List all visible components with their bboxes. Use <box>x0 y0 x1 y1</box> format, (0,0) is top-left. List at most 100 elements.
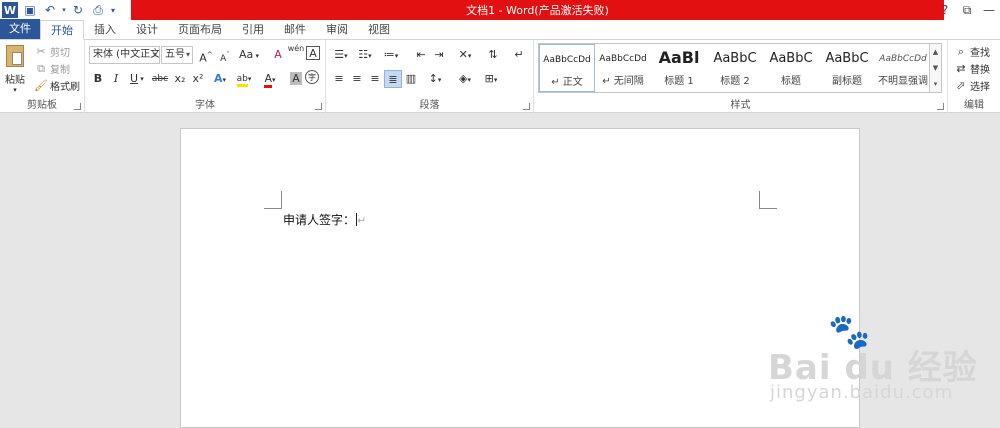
tab-design[interactable]: 设计 <box>126 20 168 39</box>
format-painter-label: 格式刷 <box>50 82 80 93</box>
paragraph-launcher-icon[interactable] <box>523 103 530 110</box>
text-effects-button[interactable]: A▾ <box>211 70 229 88</box>
font-name-combo[interactable]: 宋体 (中文正文) ▾ <box>89 46 160 64</box>
shading-button[interactable]: ◈▾ <box>454 70 476 88</box>
underline-dropdown-icon[interactable]: ▾ <box>138 70 146 88</box>
chinese-layout-icon: ✕ <box>458 48 468 61</box>
change-case-button[interactable]: Aa ▾ <box>237 46 261 64</box>
align-center-icon: ≡ <box>352 72 362 85</box>
superscript-button[interactable]: x² <box>189 70 207 88</box>
paste-dropdown-icon: ▾ <box>13 86 17 94</box>
style-normal[interactable]: AaBbCcDd ↵ 正文 <box>539 44 595 92</box>
align-left-button[interactable]: ≡ <box>330 70 348 88</box>
style-subtitle[interactable]: AaBbC 副标题 <box>819 44 875 92</box>
cut-button[interactable]: ✂ 剪切 <box>34 44 70 60</box>
ribbon-display-button[interactable]: ⧉ <box>956 3 978 18</box>
document-page[interactable] <box>180 128 860 428</box>
search-icon: ⌕ <box>957 44 965 58</box>
font-name-value: 宋体 (中文正文) <box>93 49 160 60</box>
align-center-button[interactable]: ≡ <box>348 70 366 88</box>
margin-corner-top-right <box>759 191 777 209</box>
style-subtle-emphasis[interactable]: AaBbCcDd 不明显强调 <box>875 44 931 92</box>
replace-button[interactable]: ⇄ 替换 <box>954 61 990 77</box>
styles-gallery-scroll[interactable]: ▲ ▼ ▾ <box>930 43 942 93</box>
tab-mailings[interactable]: 邮件 <box>274 20 316 39</box>
scroll-down-icon[interactable]: ▼ <box>933 64 938 72</box>
underline-icon: U <box>129 72 139 85</box>
window-controls: ? ⧉ — <box>934 0 1000 20</box>
sort-button[interactable]: ⇅ <box>484 46 502 64</box>
increase-indent-button[interactable]: ⇥ <box>430 46 448 64</box>
bullets-button[interactable]: ☰▾ <box>330 46 352 64</box>
customize-qat-icon[interactable]: ▾ <box>108 0 118 20</box>
font-group: 宋体 (中文正文) ▾ 五号 ▾ A^ Aˇ Aa ▾ A wén A B I U … <box>85 40 326 113</box>
clear-formatting-button[interactable]: A <box>269 46 287 64</box>
sort-icon: ⇅ <box>488 48 498 61</box>
show-marks-button[interactable]: ↵ <box>510 46 528 64</box>
help-button[interactable]: ? <box>934 3 956 17</box>
chevron-down-icon: ▾ <box>185 50 190 59</box>
document-text-line[interactable]: 申请人签字： ↵ <box>283 211 366 228</box>
align-right-button[interactable]: ≡ <box>366 70 384 88</box>
select-button[interactable]: ⬀ 选择 <box>954 78 990 94</box>
grow-font-button[interactable]: A^ <box>197 46 215 65</box>
enclose-char-button[interactable]: 字 <box>305 70 319 84</box>
paste-icon <box>6 45 24 67</box>
paragraph-group: ☰▾ ☷▾ ≔▾ ⇤ ⇥ ✕▾ ⇅ ↵ ≡ ≡ ≡ ≣ ▥ ↕▾ ◈▾ ⊞▾ 段… <box>326 40 534 113</box>
tab-view[interactable]: 视图 <box>358 20 400 39</box>
highlight-button[interactable]: ab▾ <box>233 70 255 88</box>
font-size-combo[interactable]: 五号 ▾ <box>161 46 193 64</box>
find-button[interactable]: ⌕ 查找 <box>954 44 990 60</box>
phonetic-guide-button[interactable]: wén <box>287 44 305 62</box>
font-color-button[interactable]: A▾ <box>259 70 281 88</box>
tab-references[interactable]: 引用 <box>232 20 274 39</box>
minimize-button[interactable]: — <box>978 3 1000 17</box>
distributed-button[interactable]: ▥ <box>402 70 420 88</box>
borders-button[interactable]: ⊞▾ <box>480 70 502 88</box>
numbering-button[interactable]: ☷▾ <box>354 46 376 64</box>
chinese-layout-button[interactable]: ✕▾ <box>454 46 476 64</box>
print-preview-icon[interactable]: ⎙ <box>88 0 108 20</box>
paragraph-mark-icon: ↵ <box>514 48 524 61</box>
style-heading-1[interactable]: AaBl 标题 1 <box>651 44 707 92</box>
style-sample: AaBbCcDd <box>879 54 927 64</box>
undo-icon[interactable]: ↶ <box>40 0 60 20</box>
strikethrough-button[interactable]: abc <box>149 70 171 88</box>
char-shading-button[interactable]: A <box>287 70 305 88</box>
font-launcher-icon[interactable] <box>315 103 322 110</box>
copy-label: 复制 <box>50 65 70 76</box>
styles-launcher-icon[interactable] <box>937 103 944 110</box>
bold-button[interactable]: B <box>89 70 107 88</box>
redo-icon[interactable]: ↻ <box>68 0 88 20</box>
line-spacing-icon: ↕ <box>428 72 438 85</box>
clipboard-launcher-icon[interactable] <box>74 103 81 110</box>
tab-page-layout[interactable]: 页面布局 <box>168 20 232 39</box>
tab-file[interactable]: 文件 <box>0 19 40 39</box>
tab-home[interactable]: 开始 <box>40 20 84 40</box>
more-styles-icon[interactable]: ▾ <box>934 80 938 88</box>
char-border-button[interactable]: A <box>306 46 320 60</box>
style-no-spacing[interactable]: AaBbCcDd ↵ 无间隔 <box>595 44 651 92</box>
editing-group: ⌕ 查找 ⇄ 替换 ⬀ 选择 编辑 <box>948 40 1000 113</box>
tab-insert[interactable]: 插入 <box>84 20 126 39</box>
subscript-button[interactable]: x₂ <box>171 70 189 88</box>
paste-button[interactable]: 粘贴 ▾ <box>2 43 28 94</box>
style-name: ↵ 无间隔 <box>602 76 644 87</box>
cut-label: 剪切 <box>50 48 70 59</box>
editing-group-label: 编辑 <box>964 100 984 111</box>
decrease-indent-button[interactable]: ⇤ <box>412 46 430 64</box>
scroll-up-icon[interactable]: ▲ <box>933 48 938 56</box>
multilevel-list-button[interactable]: ≔▾ <box>380 46 402 64</box>
tab-review[interactable]: 审阅 <box>316 20 358 39</box>
style-title[interactable]: AaBbC 标题 <box>763 44 819 92</box>
italic-button[interactable]: I <box>107 70 125 88</box>
justify-button[interactable]: ≣ <box>384 70 402 88</box>
format-painter-button[interactable]: 🖌 格式刷 <box>34 78 80 94</box>
line-spacing-button[interactable]: ↕▾ <box>424 70 446 88</box>
shrink-font-button[interactable]: Aˇ <box>216 46 234 64</box>
style-heading-2[interactable]: AaBbC 标题 2 <box>707 44 763 92</box>
save-icon[interactable]: ▣ <box>20 0 40 20</box>
ribbon-tabs: 文件 开始 插入 设计 页面布局 引用 邮件 审阅 视图 <box>0 19 1000 40</box>
undo-dropdown-icon[interactable]: ▾ <box>60 0 68 20</box>
copy-button[interactable]: ⧉ 复制 <box>34 61 70 77</box>
